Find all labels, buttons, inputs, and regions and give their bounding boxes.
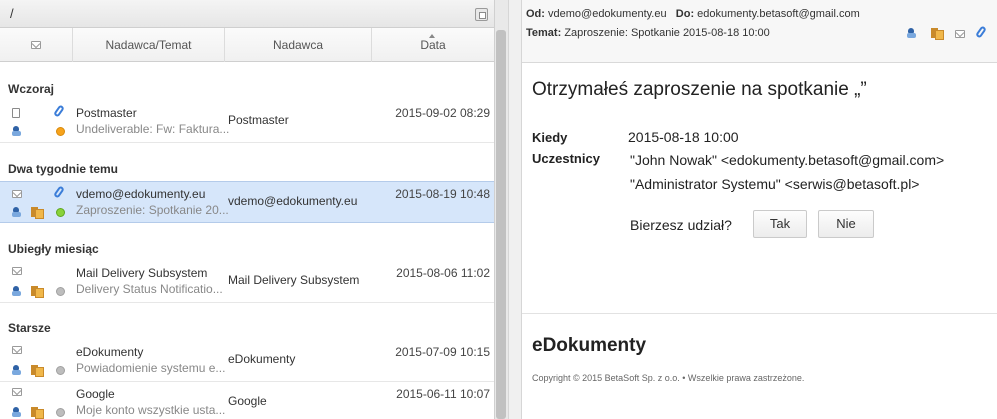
preview-from-to: Od: vdemo@edokumenty.eu Do: edokumenty.b… — [526, 8, 860, 20]
message-sender: Postmaster — [228, 113, 289, 127]
message-from: vdemo@edokumenty.eu — [76, 187, 206, 201]
message-from: Postmaster — [76, 106, 137, 120]
participant-item: "John Nowak" <edokumenty.betasoft@gmail.… — [630, 152, 945, 168]
person-icon — [12, 207, 21, 217]
message-date: 2015-06-11 10:07 — [396, 387, 490, 401]
message-list-pane: / Nadawca/Temat Nadawca Data Wczoraj Pos… — [0, 0, 508, 419]
folder-path: / — [10, 6, 14, 21]
message-subject: Delivery Status Notificatio... — [76, 282, 223, 296]
invitation-title: Otrzymałeś zaproszenie na spotkanie „” — [532, 79, 867, 100]
person-icon — [12, 286, 21, 296]
folder-icon — [31, 285, 44, 298]
participant-item: "Administrator Systemu" <serwis@betasoft… — [630, 176, 920, 192]
message-sender: eDokumenty — [228, 352, 296, 366]
from-value: vdemo@edokumenty.eu — [548, 8, 667, 20]
message-sender: vdemo@edokumenty.eu — [228, 194, 358, 208]
envelope-icon — [31, 41, 41, 49]
to-value: edokumenty.betasoft@gmail.com — [697, 8, 860, 20]
pane-splitter[interactable] — [508, 0, 522, 419]
group-header: Ubiegły miesiąc — [8, 242, 99, 256]
envelope-icon — [12, 190, 22, 198]
sort-arrow-icon — [429, 34, 435, 38]
document-icon — [12, 108, 20, 118]
message-from: Mail Delivery Subsystem — [76, 266, 208, 280]
subject-value: Zaproszenie: Spotkanie 2015-08-18 10:00 — [564, 27, 770, 39]
person-icon — [12, 365, 21, 375]
table-row[interactable]: Google Moje konto wszystkie usta... Goog… — [0, 382, 494, 419]
column-chooser-icon[interactable] — [475, 8, 488, 21]
column-header-status[interactable] — [0, 28, 73, 62]
folder-icon — [31, 406, 44, 419]
envelope-icon — [12, 346, 22, 354]
message-from: Google — [76, 387, 115, 401]
group-header: Dwa tygodnie temu — [8, 162, 119, 176]
copyright-text: Copyright © 2015 BetaSoft Sp. z o.o. • W… — [532, 373, 805, 383]
message-date: 2015-08-06 11:02 — [396, 266, 490, 280]
message-sender: Google — [228, 394, 267, 408]
table-row[interactable]: Postmaster Undeliverable: Fw: Faktura...… — [0, 101, 494, 143]
column-header-date-label: Data — [420, 38, 446, 52]
when-label: Kiedy — [532, 130, 568, 145]
preview-header: Od: vdemo@edokumenty.eu Do: edokumenty.b… — [522, 0, 997, 63]
message-preview-pane: Od: vdemo@edokumenty.eu Do: edokumenty.b… — [522, 0, 997, 419]
attachment-icon[interactable] — [975, 25, 987, 39]
envelope-icon — [12, 267, 22, 275]
envelope-settings-icon[interactable] — [955, 30, 965, 38]
column-header-sender[interactable]: Nadawca — [225, 28, 372, 62]
contact-icon[interactable] — [907, 28, 916, 38]
decline-button[interactable]: Nie — [818, 210, 874, 238]
preview-subject-line: Temat: Zaproszenie: Spotkanie 2015-08-18… — [526, 27, 770, 39]
message-subject: Zaproszenie: Spotkanie 20... — [76, 203, 229, 217]
attachment-icon — [53, 104, 65, 118]
preview-toolbar — [879, 25, 989, 41]
status-dot-icon — [56, 408, 65, 417]
person-icon — [12, 407, 21, 417]
brand-name: eDokumenty — [532, 335, 647, 356]
participants-label: Uczestnicy — [532, 151, 600, 166]
status-dot-icon — [56, 366, 65, 375]
message-date: 2015-08-19 10:48 — [395, 187, 490, 201]
folder-icon[interactable] — [931, 27, 944, 40]
column-header-subject[interactable]: Nadawca/Temat — [73, 28, 225, 62]
message-from: eDokumenty — [76, 345, 144, 359]
person-icon — [12, 126, 21, 136]
accept-button[interactable]: Tak — [753, 210, 807, 238]
group-header: Starsze — [8, 321, 51, 335]
subject-label: Temat: — [526, 27, 562, 39]
from-label: Od: — [526, 8, 545, 20]
message-subject: Moje konto wszystkie usta... — [76, 403, 226, 417]
status-dot-icon — [56, 208, 65, 217]
column-header: Nadawca/Temat Nadawca Data — [0, 28, 494, 62]
folder-icon — [31, 206, 44, 219]
table-row[interactable]: Mail Delivery Subsystem Delivery Status … — [0, 261, 494, 303]
when-value: 2015-08-18 10:00 — [628, 129, 739, 145]
message-date: 2015-09-02 08:29 — [395, 106, 490, 120]
footer-divider — [522, 313, 997, 314]
table-row-selected[interactable]: vdemo@edokumenty.eu Zaproszenie: Spotkan… — [0, 181, 494, 223]
to-label: Do: — [675, 8, 695, 20]
folder-path-bar: / — [0, 0, 494, 28]
attachment-icon — [53, 185, 65, 199]
status-dot-icon — [56, 287, 65, 296]
message-body: Otrzymałeś zaproszenie na spotkanie „” K… — [522, 63, 997, 419]
message-sender: Mail Delivery Subsystem — [228, 273, 360, 287]
status-dot-icon — [56, 127, 65, 136]
scrollbar-thumb[interactable] — [496, 30, 506, 419]
message-subject: Undeliverable: Fw: Faktura... — [76, 122, 230, 136]
attendance-question: Bierzesz udział? — [630, 217, 732, 233]
envelope-icon — [12, 388, 22, 396]
message-subject: Powiadomienie systemu e... — [76, 361, 226, 375]
table-row[interactable]: eDokumenty Powiadomienie systemu e... eD… — [0, 340, 494, 382]
column-header-date[interactable]: Data — [372, 28, 494, 62]
folder-icon — [31, 364, 44, 377]
message-date: 2015-07-09 10:15 — [395, 345, 490, 359]
group-header: Wczoraj — [8, 82, 55, 96]
